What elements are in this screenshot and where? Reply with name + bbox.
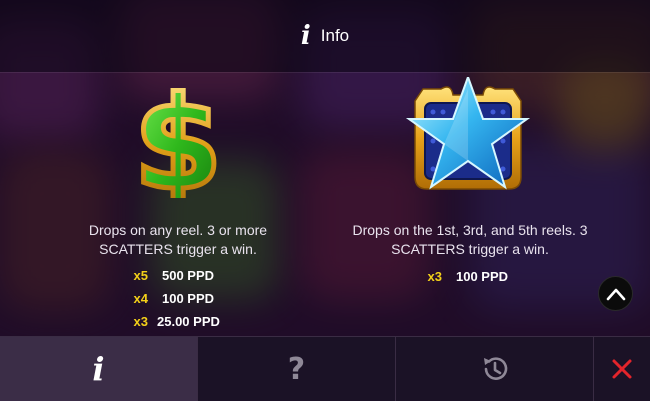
chevron-up-icon [606, 288, 625, 300]
payout-amount: 100 PPD [456, 269, 509, 284]
payout-amount: 25.00 PPD [157, 314, 220, 329]
payout-amount: 100 PPD [162, 291, 215, 306]
dollar-paytable: x5 500 PPD x4 100 PPD x3 25.00 PPD [118, 267, 220, 330]
pay-row: x3 100 PPD [412, 268, 509, 285]
pay-row: x3 25.00 PPD [118, 313, 220, 330]
multiplier: x3 [427, 269, 442, 284]
dollar-symbol-icon: $ [113, 68, 243, 222]
tab-help[interactable]: ? [198, 337, 396, 401]
header-divider [0, 72, 650, 73]
pay-row: x5 500 PPD [118, 267, 220, 284]
info-header: i Info [0, 0, 650, 72]
star-symbol-icon [403, 74, 533, 199]
multiplier: x3 [133, 314, 148, 329]
dollar-symbol-description: Drops on any reel. 3 or more SCATTERS tr… [88, 222, 268, 257]
svg-text:$: $ [133, 80, 222, 198]
tab-info[interactable]: i [0, 337, 198, 401]
close-icon [612, 359, 632, 379]
tab-history[interactable] [396, 337, 594, 401]
question-icon: ? [287, 351, 306, 387]
page-title: Info [320, 26, 350, 45]
star-paytable: x3 100 PPD [412, 268, 509, 285]
info-icon: i [300, 21, 311, 51]
history-icon [483, 357, 507, 380]
star-symbol-description: Drops on the 1st, 3rd, and 5th reels. 3 … [352, 222, 588, 257]
scroll-up-button[interactable] [598, 276, 633, 311]
multiplier: x5 [133, 268, 148, 283]
close-button[interactable] [594, 337, 650, 401]
info-icon: i [92, 350, 105, 388]
bottom-tab-bar: i ? [0, 336, 650, 401]
pay-row: x4 100 PPD [118, 290, 220, 307]
multiplier: x4 [133, 291, 148, 306]
payout-amount: 500 PPD [162, 268, 215, 283]
